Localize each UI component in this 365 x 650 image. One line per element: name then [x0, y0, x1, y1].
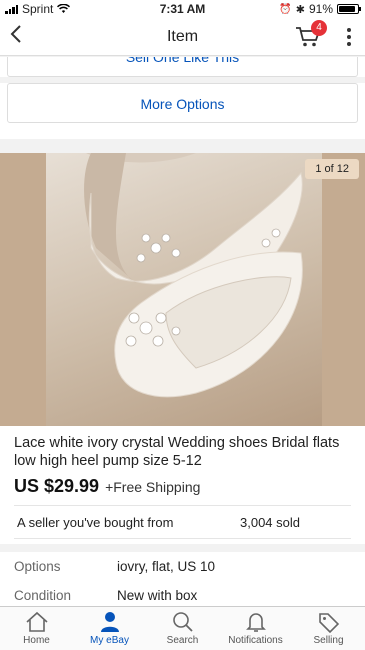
- item-content: Sell One Like This More Options 1 of 12 …: [0, 57, 365, 607]
- tag-icon: [318, 613, 339, 633]
- dot: [347, 28, 351, 32]
- spec-row-options[interactable]: Options iovry, flat, US 10: [14, 552, 351, 581]
- shipping-label: +Free Shipping: [105, 479, 201, 495]
- tab-bar: Home My eBay Search Notifications Sellin…: [0, 606, 365, 650]
- tab-label: Home: [23, 635, 50, 646]
- tab-label: Search: [166, 635, 199, 646]
- more-options-section: More Options: [0, 83, 365, 139]
- tab-label: Selling: [313, 635, 344, 646]
- section-divider: [0, 544, 365, 552]
- tab-label: My eBay: [90, 635, 129, 646]
- tab-home[interactable]: Home: [0, 607, 73, 650]
- spec-key: Condition: [14, 588, 72, 603]
- photo-counter: 1 of 12: [305, 159, 359, 179]
- sold-count: 3,004 sold: [240, 514, 300, 530]
- seller-note: A seller you've bought from: [17, 514, 174, 530]
- spec-row-condition: Condition New with box: [14, 581, 351, 607]
- tab-search[interactable]: Search: [146, 607, 219, 650]
- item-price: US $29.99: [14, 476, 100, 496]
- tab-label: Notifications: [228, 635, 283, 646]
- nav-bar: Item 4: [0, 18, 365, 56]
- search-icon: [172, 612, 193, 632]
- dot: [347, 35, 351, 39]
- item-photo: [46, 153, 322, 426]
- tab-notifications[interactable]: Notifications: [219, 607, 292, 650]
- cart-count-badge: 4: [311, 20, 327, 36]
- battery-percent: 91%: [308, 2, 333, 16]
- spec-key: Options: [14, 559, 61, 574]
- price-row: US $29.99 +Free Shipping: [14, 476, 351, 497]
- item-details: Lace white ivory crystal Wedding shoes B…: [0, 426, 365, 544]
- cart-button[interactable]: 4: [295, 20, 327, 48]
- item-specifics: Options iovry, flat, US 10 Condition New…: [0, 552, 365, 607]
- item-photo-gallery[interactable]: 1 of 12: [0, 153, 365, 426]
- dot: [347, 42, 351, 46]
- spec-value: iovry, flat, US 10: [117, 559, 216, 574]
- sell-one-section: Sell One Like This: [0, 57, 365, 77]
- more-menu-button[interactable]: [347, 28, 351, 46]
- status-bar: Sprint 7:31 AM ⏰ ✱ 91%: [0, 0, 365, 18]
- more-options-button[interactable]: More Options: [7, 83, 358, 123]
- bell-icon: [245, 613, 266, 632]
- spec-value: New with box: [117, 588, 198, 603]
- status-right: ⏰ ✱ 91%: [279, 2, 361, 16]
- home-icon: [25, 611, 48, 632]
- person-icon: [100, 612, 119, 632]
- battery-icon: [337, 4, 361, 14]
- seller-sold-row: A seller you've bought from 3,004 sold: [14, 505, 351, 539]
- tab-my-ebay[interactable]: My eBay: [73, 607, 146, 650]
- alarm-icon: ⏰: [279, 3, 292, 15]
- tab-selling[interactable]: Selling: [292, 607, 365, 650]
- bluetooth-icon: ✱: [295, 3, 305, 16]
- item-title: Lace white ivory crystal Wedding shoes B…: [14, 435, 340, 469]
- shoe-illustration: [84, 153, 303, 398]
- sell-one-like-this-button[interactable]: Sell One Like This: [7, 57, 358, 77]
